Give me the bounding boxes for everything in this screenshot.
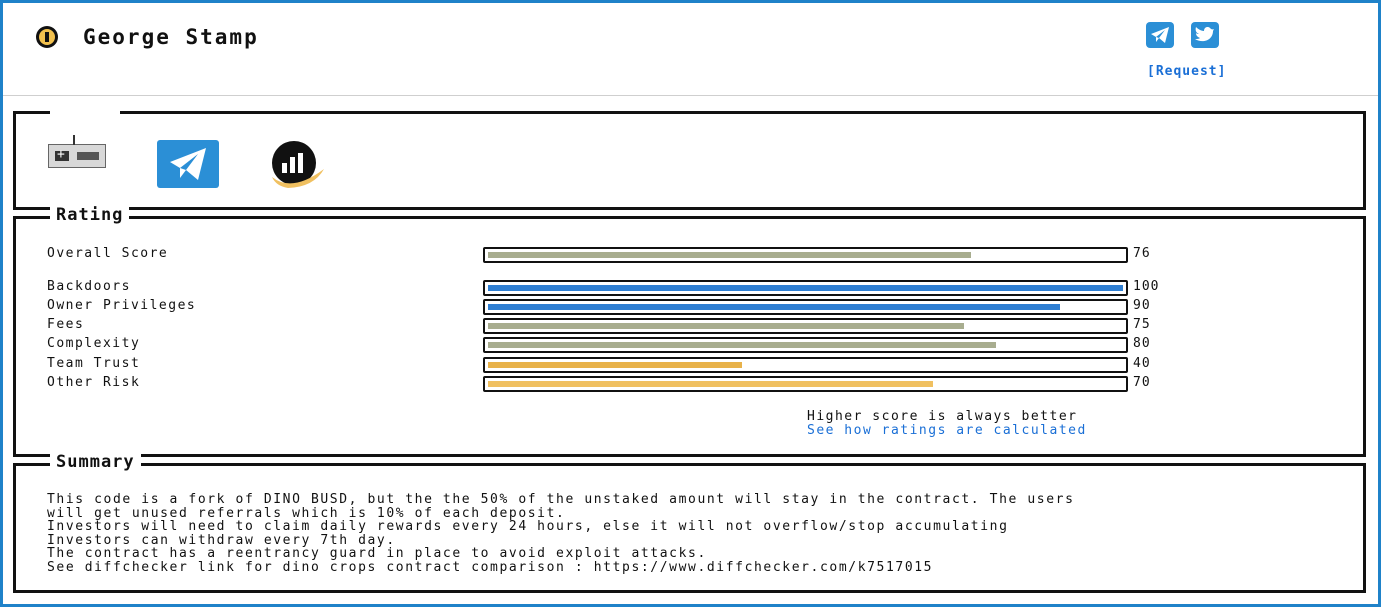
rating-bar [483, 376, 1128, 392]
rating-bar [483, 299, 1128, 315]
rating-value: 70 [1133, 375, 1151, 390]
rating-bar-fill [488, 342, 996, 348]
ratings-calculation-link[interactable]: See how ratings are calculated [807, 423, 1087, 438]
project-title: George Stamp [83, 25, 259, 49]
rating-value: 76 [1133, 246, 1151, 261]
rating-label: Owner Privileges [47, 298, 197, 313]
rating-label: Other Risk [47, 375, 141, 390]
rating-bar-fill [488, 252, 971, 258]
rating-bar [483, 318, 1128, 334]
rating-value: 40 [1133, 356, 1151, 371]
dex-chart-icon[interactable] [264, 141, 328, 189]
project-header: George Stamp [Request] [3, 3, 1378, 96]
rating-label: Complexity [47, 336, 141, 351]
rating-legend: Rating [50, 205, 130, 225]
summary-legend: Summary [50, 452, 141, 472]
rating-value: 90 [1133, 298, 1151, 313]
rating-bar-fill [488, 323, 964, 329]
telegram-icon[interactable] [1146, 22, 1174, 48]
rating-panel: Rating Overall Score 76 Backdoors 100 Owner … [13, 205, 1366, 457]
rating-bar-fill [488, 285, 1123, 291]
rating-label: Fees [47, 317, 85, 332]
rating-bar [483, 247, 1128, 263]
rating-bar-fill [488, 381, 933, 387]
rating-value: 80 [1133, 336, 1151, 351]
telegram-icon[interactable] [157, 140, 219, 188]
rating-value: 100 [1133, 279, 1160, 294]
summary-text: This code is a fork of DINO BUSD, but th… [47, 492, 1075, 575]
summary-panel: Summary This code is a fork of DINO BUSD… [13, 452, 1366, 593]
rating-value: 75 [1133, 317, 1151, 332]
rating-bar [483, 337, 1128, 353]
gamepad-icon[interactable] [48, 135, 106, 168]
project-card: George Stamp [Request] Rating [0, 0, 1381, 607]
rating-bar [483, 357, 1128, 373]
rating-label: Backdoors [47, 279, 131, 294]
rating-label: Overall Score [47, 246, 169, 261]
rating-label: Team Trust [47, 356, 141, 371]
rating-note: Higher score is always better [807, 409, 1078, 424]
rating-bar [483, 280, 1128, 296]
links-panel [13, 108, 1366, 210]
rating-bar-fill [488, 362, 742, 368]
twitter-icon[interactable] [1191, 22, 1219, 48]
rating-bar-fill [488, 304, 1060, 310]
request-link[interactable]: [Request] [1147, 64, 1226, 79]
coin-icon [36, 26, 58, 48]
